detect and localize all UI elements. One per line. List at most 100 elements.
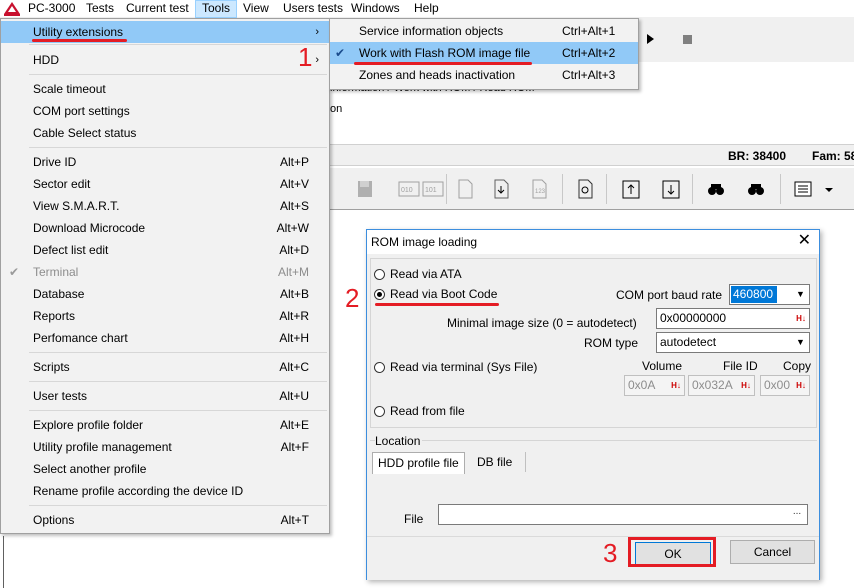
file-path-input[interactable]: ... — [438, 504, 808, 525]
menu-item-options[interactable]: Options Alt+T — [1, 509, 329, 531]
menu-item-download-microcode[interactable]: Download Microcode Alt+W — [1, 217, 329, 239]
file-id-label: File ID — [723, 359, 758, 373]
sector-down-icon[interactable] — [488, 176, 514, 202]
shortcut-text: Alt+R — [279, 309, 309, 323]
menu-current-test[interactable]: Current test — [120, 0, 195, 18]
menu-item-label: Drive ID — [33, 155, 77, 169]
menu-item-label: Utility profile management — [33, 440, 172, 454]
find-icon[interactable] — [703, 176, 729, 202]
menu-item-label: Sector edit — [33, 177, 91, 191]
menu-item-label: Reports — [33, 309, 76, 323]
radio-label-read-via-boot-code: Read via Boot Code — [390, 287, 498, 301]
menu-item-scale-timeout[interactable]: Scale timeout — [1, 78, 329, 100]
menu-item-label: Terminal — [33, 265, 79, 279]
copy-input[interactable]: 0x00 H↓ — [760, 375, 810, 396]
shortcut-text: Ctrl+Alt+3 — [562, 68, 616, 82]
play-icon[interactable] — [646, 33, 656, 45]
menu-bar: PC-3000 Tests Current test Tools View Us… — [0, 0, 854, 18]
menu-item-defect-list-edit[interactable]: Defect list edit Alt+D — [1, 239, 329, 261]
annotation-underline — [32, 39, 127, 42]
tab-db-file[interactable]: DB file — [471, 452, 512, 474]
hex-arrow-icon[interactable]: H↓ — [739, 378, 753, 393]
file-label: File — [404, 512, 424, 526]
menu-item-scripts[interactable]: Scripts Alt+C — [1, 356, 329, 378]
menu-item-drive-id[interactable]: Drive ID Alt+P — [1, 151, 329, 173]
scroll-options-icon[interactable] — [790, 176, 816, 202]
radio-read-from-file[interactable] — [374, 406, 385, 417]
import-icon[interactable] — [618, 176, 644, 202]
chevron-down-icon: ▼ — [796, 337, 805, 347]
location-label: Location — [375, 434, 423, 448]
dropdown-arrow-icon[interactable] — [822, 176, 836, 202]
min-size-label: Minimal image size (0 = autodetect) — [447, 316, 637, 330]
stop-icon[interactable] — [683, 35, 692, 44]
new-file-icon[interactable] — [452, 176, 478, 202]
menu-view[interactable]: View — [237, 0, 275, 18]
menu-item-rename-profile[interactable]: Rename profile according the device ID — [1, 480, 329, 502]
hex-arrow-icon[interactable]: H↓ — [794, 378, 808, 393]
menu-item-cable-select[interactable]: Cable Select status — [1, 122, 329, 144]
cancel-button[interactable]: Cancel — [730, 540, 815, 564]
number-page-icon[interactable]: 123 — [526, 176, 552, 202]
export-icon[interactable] — [658, 176, 684, 202]
close-icon[interactable]: ✕ — [798, 232, 811, 250]
submenu-item-label: Zones and heads inactivation — [359, 68, 516, 82]
volume-input[interactable]: 0x0A H↓ — [624, 375, 685, 396]
menu-item-reports[interactable]: Reports Alt+R — [1, 305, 329, 327]
menu-item-database[interactable]: Database Alt+B — [1, 283, 329, 305]
hex-arrow-icon[interactable]: H↓ — [669, 378, 683, 393]
menu-tools[interactable]: Tools — [195, 0, 238, 18]
submenu-item-service-info-objects[interactable]: Service information objects Ctrl+Alt+1 — [330, 20, 638, 42]
shortcut-text: Alt+P — [279, 155, 309, 169]
radio-label-read-via-terminal: Read via terminal (Sys File) — [390, 360, 538, 374]
check-icon: ✔ — [9, 265, 20, 279]
rom-type-select[interactable]: autodetect ▼ — [656, 332, 810, 353]
submenu-item-label: Service information objects — [359, 24, 504, 38]
volume-value: 0x0A — [628, 378, 656, 392]
menu-help[interactable]: Help — [408, 0, 445, 18]
annotation-ok-highlight — [628, 537, 716, 567]
chevron-down-icon: ▼ — [796, 289, 805, 299]
copy-value: 0x00 — [764, 378, 791, 392]
menu-item-sector-edit[interactable]: Sector edit Alt+V — [1, 173, 329, 195]
radio-read-via-ata[interactable] — [374, 269, 385, 280]
browse-button[interactable]: ... — [788, 506, 806, 523]
shortcut-text: Alt+M — [277, 265, 309, 279]
hex-view-icon[interactable]: 010 — [396, 176, 422, 202]
menu-item-user-tests[interactable]: User tests Alt+U — [1, 385, 329, 407]
find-next-icon[interactable] — [743, 176, 769, 202]
menu-item-utility-profile-management[interactable]: Utility profile management Alt+F — [1, 436, 329, 458]
family-status: Fam: 58 — [812, 149, 854, 163]
baud-rate-select[interactable]: 460800 ▼ — [729, 284, 810, 305]
menu-item-com-port-settings[interactable]: COM port settings — [1, 100, 329, 122]
baud-rate-label: COM port baud rate — [616, 288, 723, 302]
submenu-item-zones-heads[interactable]: Zones and heads inactivation Ctrl+Alt+3 — [330, 64, 638, 86]
menu-tests[interactable]: Tests — [80, 0, 120, 18]
rom-type-value: autodetect — [660, 335, 717, 349]
save-icon[interactable] — [352, 176, 378, 202]
hex-arrow-icon[interactable]: H↓ — [794, 311, 808, 326]
shortcut-text: Alt+U — [279, 389, 309, 403]
menu-users-tests[interactable]: Users tests — [277, 0, 349, 18]
menu-item-select-another-profile[interactable]: Select another profile — [1, 458, 329, 480]
menu-item-view-smart[interactable]: View S.M.A.R.T. Alt+S — [1, 195, 329, 217]
file-id-input[interactable]: 0x032A H↓ — [688, 375, 755, 396]
menu-item-performance-chart[interactable]: Perfomance chart Alt+H — [1, 327, 329, 349]
menu-item-hdd[interactable]: HDD › — [1, 49, 329, 71]
radio-read-via-boot-code[interactable] — [374, 289, 385, 300]
binary-view-icon[interactable]: 101 — [420, 176, 446, 202]
menu-item-label: Defect list edit — [33, 243, 109, 257]
radio-read-via-terminal[interactable] — [374, 362, 385, 373]
menu-windows[interactable]: Windows — [345, 0, 406, 18]
submenu-arrow-icon: › — [315, 26, 319, 38]
menu-item-label: Perfomance chart — [33, 331, 128, 345]
shortcut-text: Alt+D — [279, 243, 309, 257]
menu-item-explore-profile-folder[interactable]: Explore profile folder Alt+E — [1, 414, 329, 436]
submenu-item-flash-rom[interactable]: ✔ Work with Flash ROM image file Ctrl+Al… — [330, 42, 638, 64]
page-refresh-icon[interactable] — [572, 176, 598, 202]
annotation-step-1: 1 — [298, 42, 313, 72]
tab-hdd-profile-file[interactable]: HDD profile file — [372, 452, 465, 474]
menu-item-label: View S.M.A.R.T. — [33, 199, 120, 213]
annotation-step-2: 2 — [345, 283, 360, 313]
min-size-input[interactable]: 0x00000000 H↓ — [656, 308, 810, 329]
